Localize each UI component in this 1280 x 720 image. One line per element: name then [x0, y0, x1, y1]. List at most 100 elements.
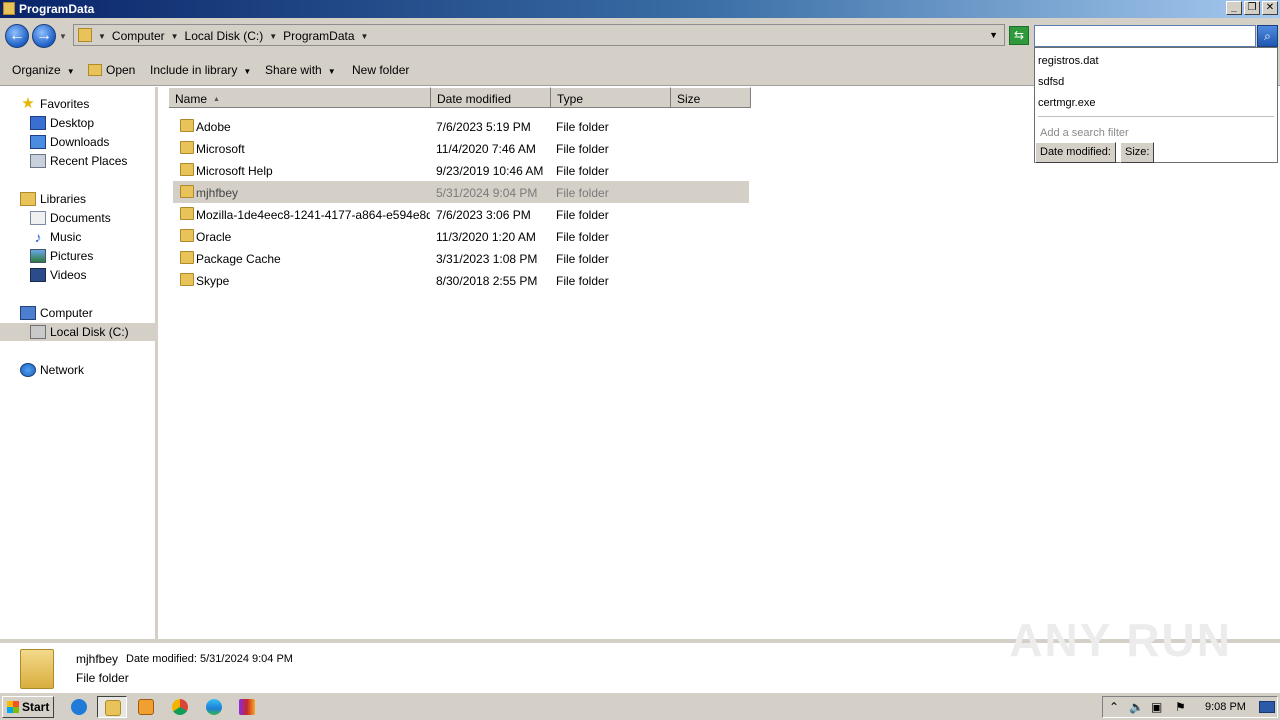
action-center-flag-icon[interactable]: ⚑	[1175, 700, 1186, 714]
desktop-icon	[30, 116, 46, 130]
search-input[interactable]	[1035, 26, 1255, 46]
restore-button[interactable]: ❐	[1244, 1, 1260, 15]
column-header-size[interactable]: Size	[671, 87, 751, 108]
file-row[interactable]: Microsoft Help 9/23/2019 10:46 AM File f…	[173, 159, 749, 181]
search-suggestion[interactable]: sdfsd	[1038, 76, 1064, 88]
folder-icon	[180, 119, 194, 132]
taskbar: Start ⌃ 🔈 ▣ ⚑ 9:08 PM	[0, 692, 1280, 720]
window-title: ProgramData	[19, 2, 95, 16]
network-status-icon[interactable]: ▣	[1151, 700, 1162, 714]
folder-icon	[3, 2, 15, 15]
taskbar-chrome[interactable]	[165, 696, 195, 718]
search-suggestion[interactable]: certmgr.exe	[1038, 97, 1095, 109]
recent-places-icon	[30, 154, 46, 168]
nav-downloads[interactable]: Downloads	[30, 133, 109, 151]
taskbar-edge[interactable]	[199, 696, 229, 718]
clock[interactable]: 9:08 PM	[1205, 701, 1246, 713]
file-row-selected[interactable]: mjhfbey 5/31/2024 9:04 PM File folder	[173, 181, 749, 203]
chevron-down-icon: ▼	[243, 67, 252, 76]
column-header-name[interactable]: Name ▲	[169, 87, 431, 108]
recent-pages-dropdown[interactable]: ▼	[59, 32, 67, 41]
file-row[interactable]: Skype 8/30/2018 2:55 PM File folder	[173, 269, 749, 291]
music-icon: ♪	[34, 229, 42, 245]
file-name: Mozilla-1de4eec8-1241-4177-a864-e594e8d.…	[196, 208, 430, 222]
breadcrumb: ▼ Computer ▼ Local Disk (C:) ▼ ProgramDa…	[98, 29, 368, 43]
explorer-icon	[105, 700, 121, 716]
file-row[interactable]: Adobe 7/6/2023 5:19 PM File folder	[173, 115, 749, 137]
organize-button[interactable]: Organize ▼	[12, 63, 75, 77]
file-date: 9/23/2019 10:46 AM	[436, 164, 544, 178]
share-with-button[interactable]: Share with ▼	[265, 63, 336, 77]
column-header-label: Name	[175, 92, 208, 106]
back-button[interactable]: ←	[5, 24, 29, 48]
chevron-down-icon[interactable]: ▼	[269, 32, 277, 41]
include-in-library-label: Include in library	[150, 63, 238, 77]
refresh-button[interactable]: ⇆	[1009, 26, 1029, 45]
filter-date-modified-button[interactable]: Date modified:	[1035, 142, 1116, 163]
nav-recent-places[interactable]: Recent Places	[30, 152, 127, 170]
new-folder-button[interactable]: New folder	[352, 63, 409, 77]
file-type: File folder	[556, 120, 609, 134]
address-history-dropdown[interactable]: ▼	[989, 30, 998, 40]
nav-documents[interactable]: Documents	[30, 209, 111, 227]
nav-label: Music	[50, 230, 82, 244]
file-date: 3/31/2023 1:08 PM	[436, 252, 538, 266]
volume-icon[interactable]: 🔈	[1129, 700, 1144, 714]
divider	[1038, 116, 1274, 117]
nav-label: Network	[40, 363, 85, 377]
search-box[interactable]	[1034, 25, 1256, 47]
show-desktop-icon[interactable]	[1259, 701, 1275, 713]
nav-local-disk[interactable]: Local Disk (C:)	[0, 323, 155, 341]
nav-label: Libraries	[40, 192, 87, 206]
breadcrumb-programdata[interactable]: ProgramData	[283, 29, 354, 43]
nav-favorites[interactable]: ★ Favorites	[20, 95, 89, 113]
nav-pictures[interactable]: Pictures	[30, 247, 93, 265]
minimize-button[interactable]: _	[1226, 1, 1242, 15]
filter-size-button[interactable]: Size:	[1120, 142, 1155, 163]
file-type: File folder	[556, 252, 609, 266]
system-tray: ⌃ 🔈 ▣ ⚑ 9:08 PM	[1102, 696, 1278, 718]
nav-label: Desktop	[50, 116, 95, 130]
breadcrumb-computer[interactable]: Computer	[112, 29, 165, 43]
drive-icon	[30, 325, 46, 339]
file-date: 8/30/2018 2:55 PM	[436, 274, 538, 288]
file-row[interactable]: Mozilla-1de4eec8-1241-4177-a864-e594e8d.…	[173, 203, 749, 225]
file-row[interactable]: Microsoft 11/4/2020 7:46 AM File folder	[173, 137, 749, 159]
column-header-type[interactable]: Type	[551, 87, 671, 108]
taskbar-explorer[interactable]	[97, 696, 127, 718]
file-name: Microsoft Help	[196, 164, 273, 178]
nav-libraries[interactable]: Libraries	[20, 190, 86, 208]
nav-videos[interactable]: Videos	[30, 266, 86, 284]
breadcrumb-local-disk[interactable]: Local Disk (C:)	[185, 29, 264, 43]
nav-network[interactable]: Network	[20, 361, 84, 379]
address-bar[interactable]: ▼ Computer ▼ Local Disk (C:) ▼ ProgramDa…	[73, 24, 1005, 46]
file-row[interactable]: Oracle 11/3/2020 1:20 AM File folder	[173, 225, 749, 247]
nav-desktop[interactable]: Desktop	[30, 114, 94, 132]
search-suggestion[interactable]: registros.dat	[1038, 55, 1099, 67]
downloads-icon	[30, 135, 46, 149]
file-row[interactable]: Package Cache 3/31/2023 1:08 PM File fol…	[173, 247, 749, 269]
start-button[interactable]: Start	[2, 696, 54, 718]
forward-button[interactable]: →	[32, 24, 56, 48]
chevron-down-icon[interactable]: ▼	[361, 32, 369, 41]
taskbar-media-player[interactable]	[131, 696, 161, 718]
documents-icon	[30, 211, 46, 225]
nav-computer[interactable]: Computer	[20, 304, 93, 322]
internet-explorer-icon	[71, 699, 87, 715]
open-button[interactable]: Open	[88, 63, 135, 77]
search-button[interactable]: ⌕	[1257, 25, 1278, 47]
taskbar-internet-explorer[interactable]	[64, 696, 94, 718]
file-type: File folder	[556, 142, 609, 156]
details-date-value: 5/31/2024 9:04 PM	[200, 653, 293, 665]
chevron-down-icon[interactable]: ▼	[171, 32, 179, 41]
window-controls: _ ❐ ✕	[1226, 1, 1278, 15]
share-with-label: Share with	[265, 63, 322, 77]
taskbar-winrar[interactable]	[232, 696, 262, 718]
computer-icon	[20, 306, 36, 320]
nav-music[interactable]: ♪ Music	[30, 228, 82, 246]
show-hidden-icons-icon[interactable]: ⌃	[1109, 700, 1119, 714]
include-in-library-button[interactable]: Include in library ▼	[150, 63, 251, 77]
close-button[interactable]: ✕	[1262, 1, 1278, 15]
chevron-down-icon[interactable]: ▼	[98, 32, 106, 41]
column-header-date-modified[interactable]: Date modified	[431, 87, 551, 108]
